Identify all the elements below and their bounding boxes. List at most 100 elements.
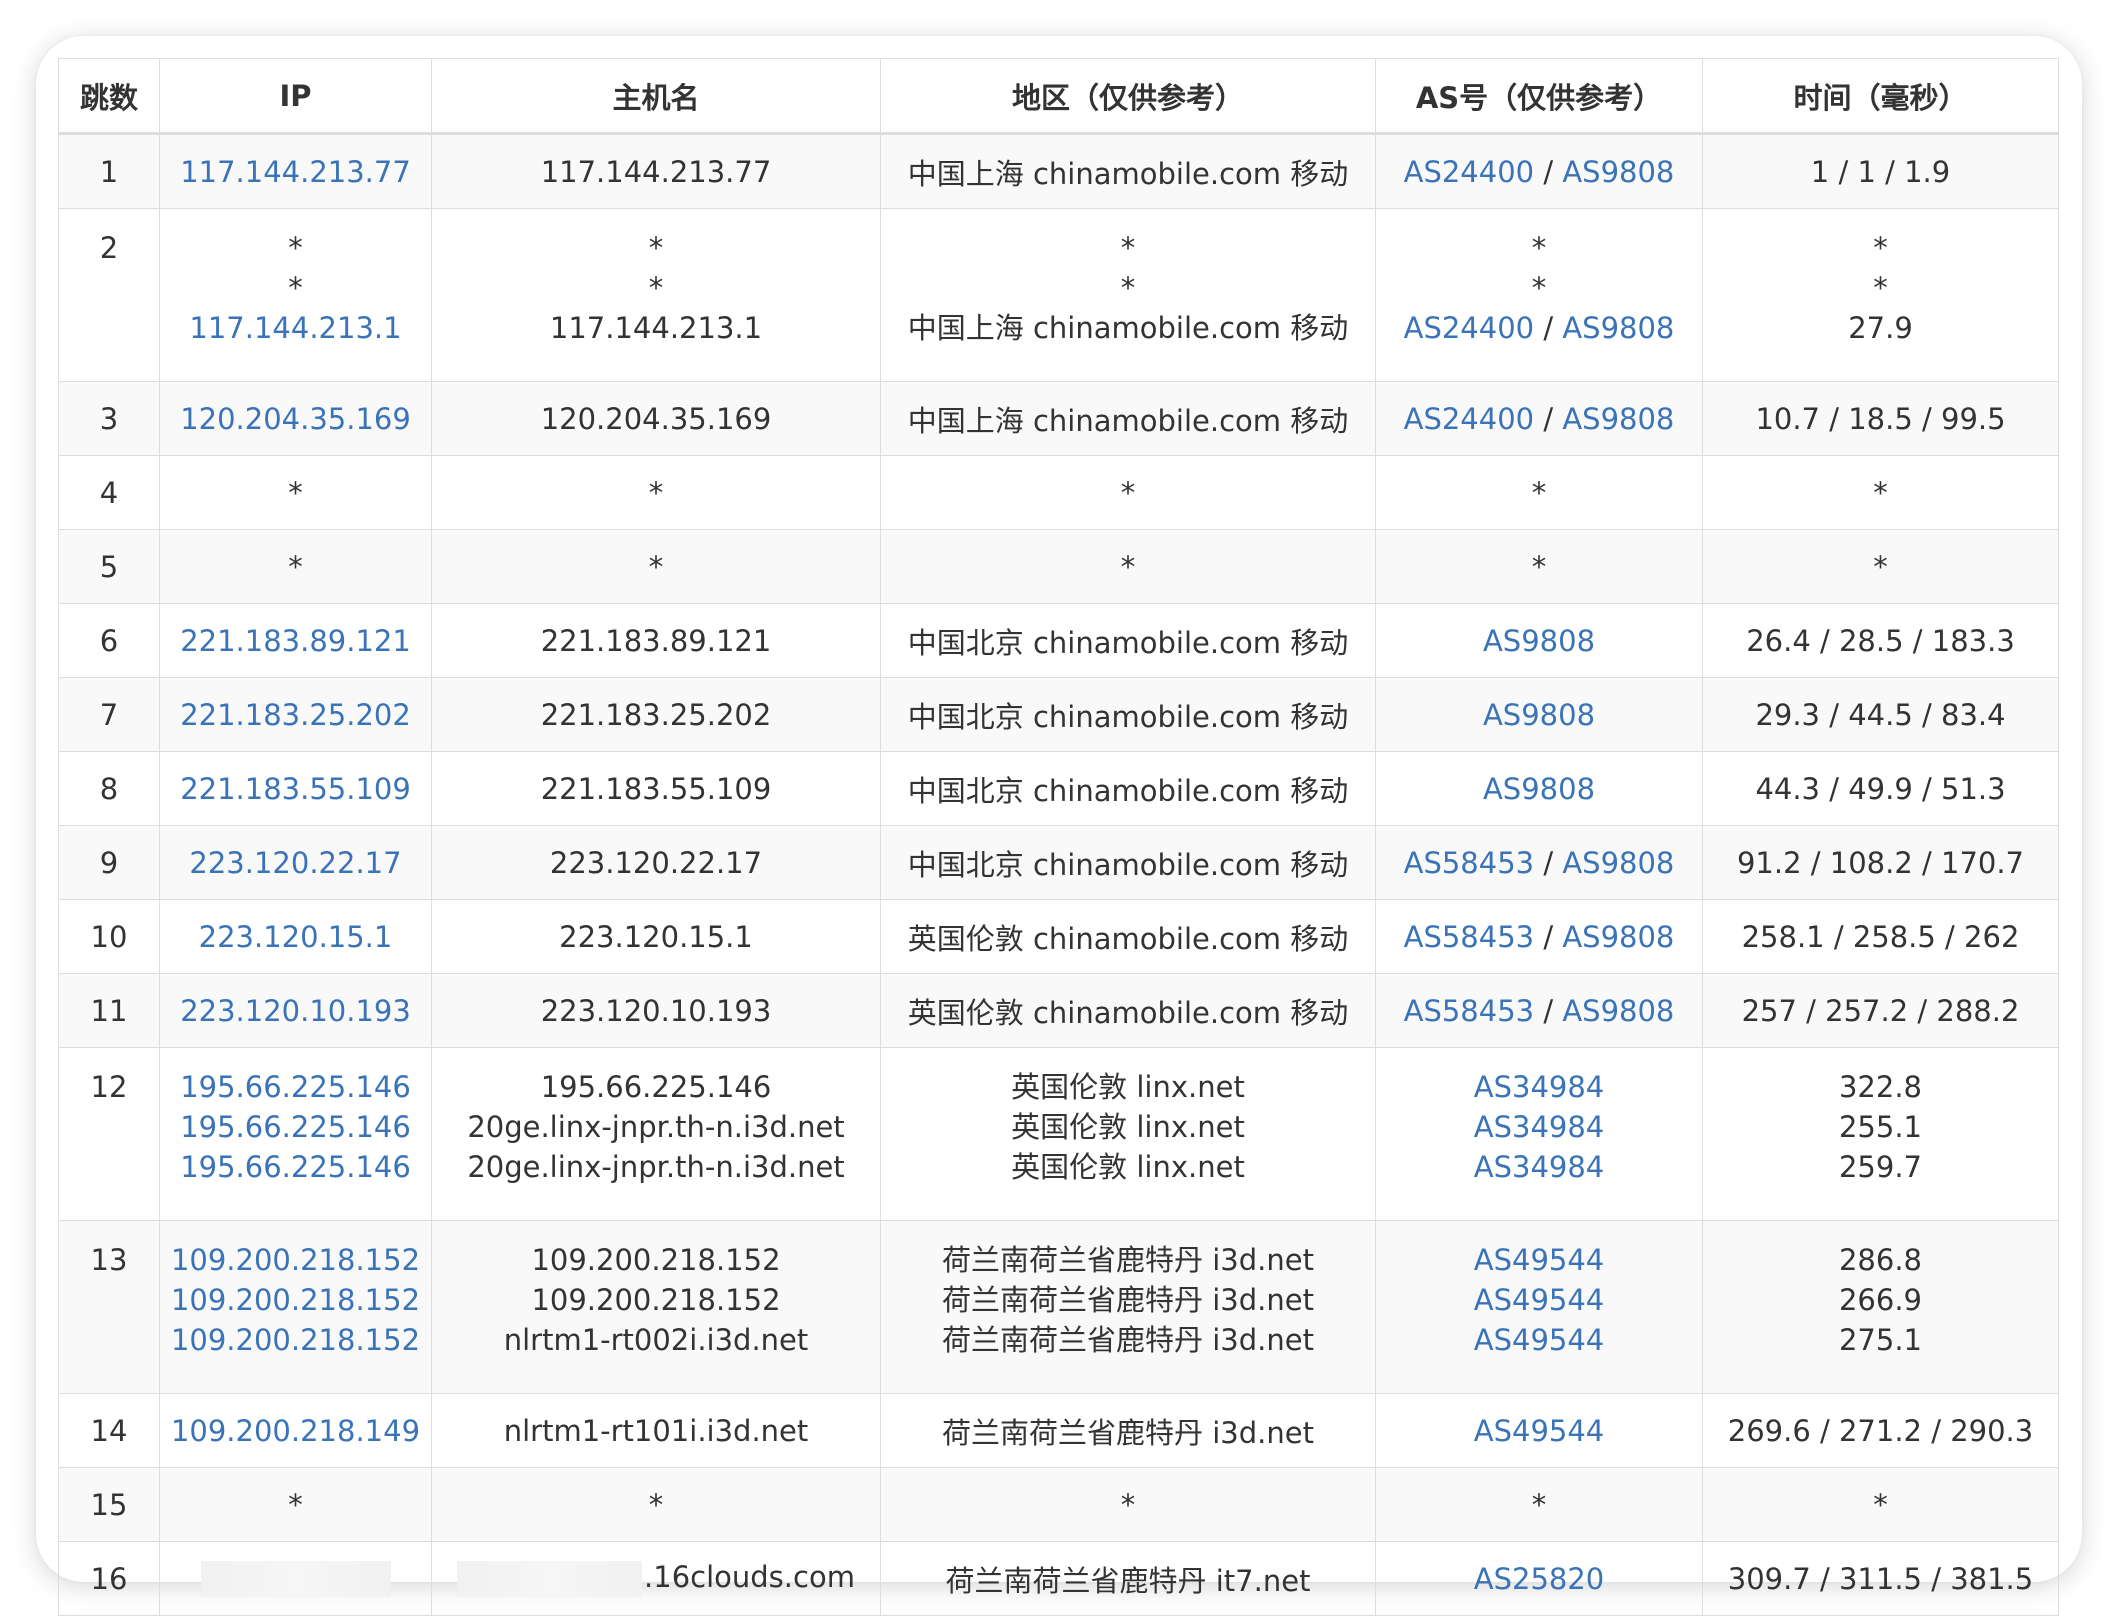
hop-number: 4 (99, 475, 119, 510)
cell-line: 117.144.213.77 (436, 155, 876, 189)
cell-line: AS34984 (1380, 1147, 1698, 1187)
as-link[interactable]: AS58453 (1404, 920, 1535, 954)
time-text: 26.4 / 28.5 / 183.3 (1746, 623, 2015, 658)
table-row: 11 223.120.10.193 223.120.10.193 英国伦敦 china… (58, 973, 2059, 1048)
hop-cell: 9 (58, 825, 160, 900)
ip-link[interactable]: 195.66.225.146 (180, 1150, 411, 1184)
as-link[interactable]: AS24400 (1404, 311, 1535, 345)
ip-link[interactable]: 221.183.25.202 (180, 698, 411, 732)
as-link[interactable]: AS34984 (1474, 1070, 1605, 1104)
as-link[interactable]: AS9808 (1562, 155, 1674, 189)
time-text: * (1873, 549, 1888, 584)
cell-line: AS9808 (1380, 624, 1698, 658)
as-link[interactable]: AS25820 (1474, 1562, 1605, 1596)
as-cell: AS49544 (1375, 1393, 1703, 1468)
as-link[interactable]: AS9808 (1483, 698, 1595, 732)
as-cell: AS25820 (1375, 1541, 1703, 1616)
header-region: 地区（仅供参考） (880, 58, 1376, 135)
cell-line: AS9808 (1380, 772, 1698, 806)
ip-link[interactable]: 109.200.218.149 (171, 1414, 420, 1448)
header-hop: 跳数 (58, 58, 160, 135)
as-link[interactable]: AS9808 (1562, 846, 1674, 880)
as-link[interactable]: AS9808 (1562, 311, 1674, 345)
ip-link[interactable]: 120.204.35.169 (180, 402, 411, 436)
hostname-cell: 223.120.22.17 (431, 825, 881, 900)
cell-line: .16clouds.com (436, 1560, 876, 1597)
cell-line: 117.144.213.77 (164, 155, 427, 189)
table-row: 5 * * * * * (58, 529, 2059, 604)
hop-cell: 4 (58, 455, 160, 530)
hostname-cell: * (431, 529, 881, 604)
as-link[interactable]: AS34984 (1474, 1110, 1605, 1144)
as-link[interactable]: AS24400 (1404, 155, 1535, 189)
as-link[interactable]: AS24400 (1404, 402, 1535, 436)
cell-line: AS34984 (1380, 1107, 1698, 1147)
region-cell: * (880, 529, 1376, 604)
as-cell: AS9808 (1375, 677, 1703, 752)
table-row: 3 120.204.35.169 120.204.35.169 中国上海 chinam… (58, 381, 2059, 456)
header-row: 跳数 IP 主机名 地区（仅供参考） AS号（仅供参考） 时间（毫秒） (58, 58, 2059, 135)
hostname-text: 221.183.25.202 (540, 697, 772, 732)
as-timeout: * (1531, 549, 1547, 584)
as-link[interactable]: AS9808 (1483, 772, 1595, 806)
hostname-text: 223.120.15.1 (559, 919, 753, 954)
cell-line: 109.200.218.149 (164, 1414, 427, 1448)
as-timeout: * (1531, 475, 1547, 510)
as-cell: * (1375, 455, 1703, 530)
cell-line: 275.1 (1707, 1320, 2054, 1360)
cell-line: 中国上海 chinamobile.com 移动 (885, 308, 1371, 348)
ip-link[interactable]: 223.120.22.17 (189, 846, 401, 880)
as-link[interactable]: AS9808 (1562, 920, 1674, 954)
cell-line: 223.120.22.17 (436, 846, 876, 880)
as-link[interactable]: AS58453 (1404, 846, 1535, 880)
as-link[interactable]: AS49544 (1474, 1323, 1605, 1357)
as-link[interactable]: AS49544 (1474, 1243, 1605, 1277)
ip-link[interactable]: 195.66.225.146 (180, 1070, 411, 1104)
cell-line: 322.8 (1707, 1067, 2054, 1107)
as-link[interactable]: AS9808 (1483, 624, 1595, 658)
ip-link[interactable]: 109.200.218.152 (171, 1283, 420, 1317)
as-cell: AS24400 / AS9808 (1375, 133, 1703, 209)
hostname-text: * (648, 231, 664, 265)
hostname-cell: 117.144.213.77 (431, 133, 881, 209)
ip-timeout: * (288, 1487, 303, 1522)
time-text: 309.7 / 311.5 / 381.5 (1727, 1561, 2034, 1596)
as-link[interactable]: AS58453 (1404, 994, 1535, 1028)
hop-cell: 14 (58, 1393, 160, 1468)
ip-link[interactable]: 223.120.15.1 (199, 920, 393, 954)
cell-line: 223.120.15.1 (436, 920, 876, 954)
hop-number: 3 (99, 401, 119, 436)
region-cell: * (880, 455, 1376, 530)
hostname-text: 223.120.22.17 (549, 845, 763, 880)
as-link[interactable]: AS9808 (1562, 402, 1674, 436)
time-cell: 309.7 / 311.5 / 381.5 (1702, 1541, 2059, 1616)
cell-line: 29.3 / 44.5 / 83.4 (1707, 698, 2054, 732)
cell-line: 221.183.55.109 (436, 772, 876, 806)
cell-line: * (1380, 268, 1698, 308)
ip-cell: 223.120.15.1 (159, 899, 432, 974)
ip-link[interactable]: 221.183.55.109 (180, 772, 411, 806)
as-link[interactable]: AS34984 (1474, 1150, 1605, 1184)
region-text: 荷兰南荷兰省鹿特丹 i3d.net (942, 1323, 1314, 1357)
ip-link[interactable]: 109.200.218.152 (171, 1243, 420, 1277)
region-text: 英国伦敦 linx.net (1011, 1070, 1245, 1104)
region-cell: 中国北京 chinamobile.com 移动 (880, 677, 1376, 752)
as-link[interactable]: AS49544 (1474, 1414, 1605, 1448)
time-cell: 322.8 255.1 259.7 (1702, 1047, 2059, 1221)
table-row: 14 109.200.218.149 nlrtm1-rt101i.i3d.net 荷兰… (58, 1393, 2059, 1468)
as-link[interactable]: AS9808 (1562, 994, 1674, 1028)
cell-line: 26.4 / 28.5 / 183.3 (1707, 624, 2054, 658)
ip-link[interactable]: 221.183.89.121 (180, 624, 411, 658)
time-cell: * (1702, 1467, 2059, 1542)
region-text: * (1120, 231, 1136, 265)
ip-link[interactable]: 109.200.218.152 (171, 1323, 420, 1357)
ip-link[interactable]: 223.120.10.193 (180, 994, 411, 1028)
ip-link[interactable]: 117.144.213.77 (180, 155, 411, 189)
cell-line: * (1707, 268, 2054, 308)
ip-link[interactable]: 195.66.225.146 (180, 1110, 411, 1144)
hostname-text: * (648, 271, 664, 305)
as-link[interactable]: AS49544 (1474, 1283, 1605, 1317)
ip-link[interactable]: 117.144.213.1 (189, 311, 401, 345)
cell-line: 286.8 (1707, 1240, 2054, 1280)
hostname-cell: .16clouds.com (431, 1541, 881, 1616)
